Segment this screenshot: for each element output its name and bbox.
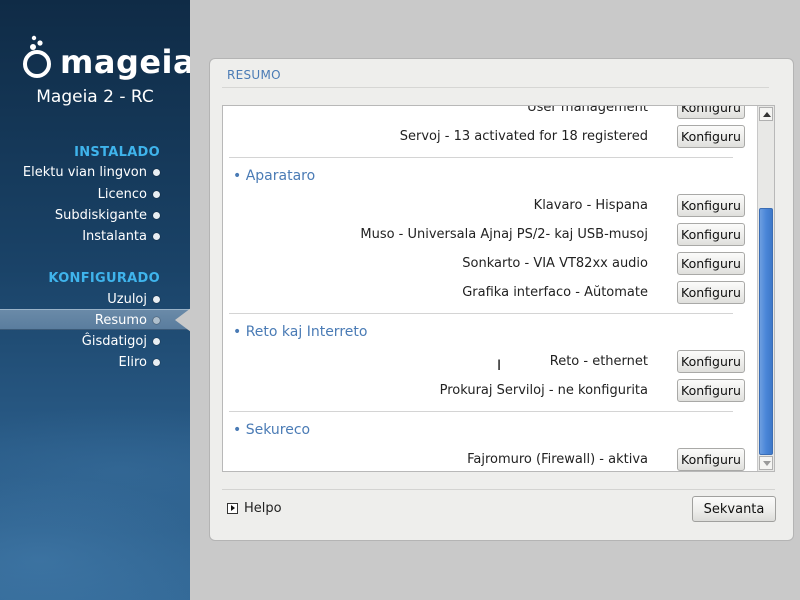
title-divider (222, 87, 769, 88)
configure-button[interactable]: Konfiguru (677, 223, 745, 246)
bullet-icon (153, 338, 160, 345)
bullet-icon (153, 317, 160, 324)
sidebar-item-label: Resumo (94, 313, 147, 328)
configure-button[interactable]: Konfiguru (677, 448, 745, 471)
help-label: Helpo (244, 501, 282, 516)
section-title-configure: KONFIGURADO (48, 271, 160, 286)
active-step-pointer-icon (175, 308, 191, 332)
summary-scroll-area[interactable]: User management Konfiguru Servoj - 13 ac… (222, 105, 775, 472)
bullet-icon (153, 169, 160, 176)
sidebar-item-users[interactable]: Uzuloj (0, 289, 190, 310)
configure-button[interactable]: Konfiguru (677, 194, 745, 217)
sidebar-item-license[interactable]: Licenco (0, 184, 190, 205)
summary-row-graphics: Grafika interfaco - Aŭtomate Konfiguru (223, 279, 759, 308)
category-divider (229, 157, 733, 158)
category-divider (229, 313, 733, 314)
scrollbar-thumb[interactable] (759, 208, 773, 455)
bullet-icon (153, 296, 160, 303)
configure-button[interactable]: Konfiguru (677, 281, 745, 304)
row-description: Sonkarto - VIA VT82xx audio (462, 256, 648, 271)
sidebar-item-label: Eliro (118, 355, 147, 370)
summary-row-keyboard: Klavaro - Hispana Konfiguru (223, 192, 759, 221)
row-description: Klavaro - Hispana (533, 198, 648, 213)
page-title: RESUMO (227, 68, 281, 82)
summary-row-soundcard: Sonkarto - VIA VT82xx audio Konfiguru (223, 250, 759, 279)
logo-text: mageia (60, 43, 190, 81)
sidebar-item-partitioning[interactable]: Subdiskigante (0, 205, 190, 226)
app-version: Mageia 2 - RC (36, 87, 154, 107)
sidebar-item-exit[interactable]: Eliro (0, 352, 190, 373)
expand-arrow-icon (227, 503, 238, 514)
vertical-scrollbar[interactable] (757, 106, 774, 471)
summary-panel: RESUMO User management Konfiguru Servoj … (209, 58, 794, 541)
bullet-icon (153, 212, 160, 219)
row-description: Servoj - 13 activated for 18 registered (399, 129, 648, 144)
summary-row-firewall: Fajromuro (Firewall) - aktiva Konfiguru (223, 446, 759, 471)
row-description: Prokuraj Serviloj - ne konfigurita (439, 383, 648, 398)
configure-button[interactable]: Konfiguru (677, 106, 745, 119)
footer-divider (222, 489, 775, 490)
scroll-up-arrow-icon[interactable] (759, 107, 773, 121)
summary-row-services: Servoj - 13 activated for 18 registered … (223, 123, 759, 152)
sidebar-item-label: Ĝisdatigoj (81, 334, 147, 349)
sidebar-item-label: Licenco (97, 187, 147, 202)
row-description: Muso - Universala Ajnaj PS/2- kaj USB-mu… (360, 227, 648, 242)
bullet-icon (153, 233, 160, 240)
summary-row-mouse: Muso - Universala Ajnaj PS/2- kaj USB-mu… (223, 221, 759, 250)
sidebar-item-summary[interactable]: Resumo (0, 309, 190, 330)
category-title-hardware: • Aparataro (233, 168, 316, 184)
row-description: Reto - ethernet (549, 354, 648, 369)
configure-button[interactable]: Konfiguru (677, 125, 745, 148)
summary-row-users: User management Konfiguru (223, 105, 759, 123)
category-title-security: • Sekureco (233, 422, 311, 438)
sidebar: mageia Mageia 2 - RC INSTALADO Elektu vi… (0, 0, 190, 600)
sidebar-item-label: Subdiskigante (54, 208, 147, 223)
section-title-install: INSTALADO (74, 145, 160, 160)
next-button[interactable]: Sekvanta (692, 496, 776, 522)
sidebar-item-updates[interactable]: Ĝisdatigoj (0, 331, 190, 352)
bullet-icon (153, 359, 160, 366)
scroll-down-arrow-icon[interactable] (759, 456, 773, 470)
configure-button[interactable]: Konfiguru (677, 252, 745, 275)
sidebar-item-installing[interactable]: Instalanta (0, 226, 190, 247)
row-description: Fajromuro (Firewall) - aktiva (467, 452, 648, 467)
sidebar-item-language[interactable]: Elektu vian lingvon (0, 162, 190, 183)
row-description: Grafika interfaco - Aŭtomate (462, 285, 648, 300)
sidebar-item-label: Elektu vian lingvon (22, 165, 147, 180)
sidebar-item-label: Instalanta (82, 229, 147, 244)
category-title-network: • Reto kaj Interreto (233, 324, 368, 340)
summary-row-proxy: Prokuraj Serviloj - ne konfigurita Konfi… (223, 377, 759, 406)
summary-row-network: Reto - ethernet Konfiguru (223, 348, 759, 377)
category-divider (229, 411, 733, 412)
configure-button[interactable]: Konfiguru (677, 379, 745, 402)
bullet-icon (153, 191, 160, 198)
row-description: User management (527, 105, 648, 115)
sidebar-item-label: Uzuloj (107, 292, 147, 307)
text-cursor-icon: I (497, 358, 502, 374)
configure-button[interactable]: Konfiguru (677, 350, 745, 373)
